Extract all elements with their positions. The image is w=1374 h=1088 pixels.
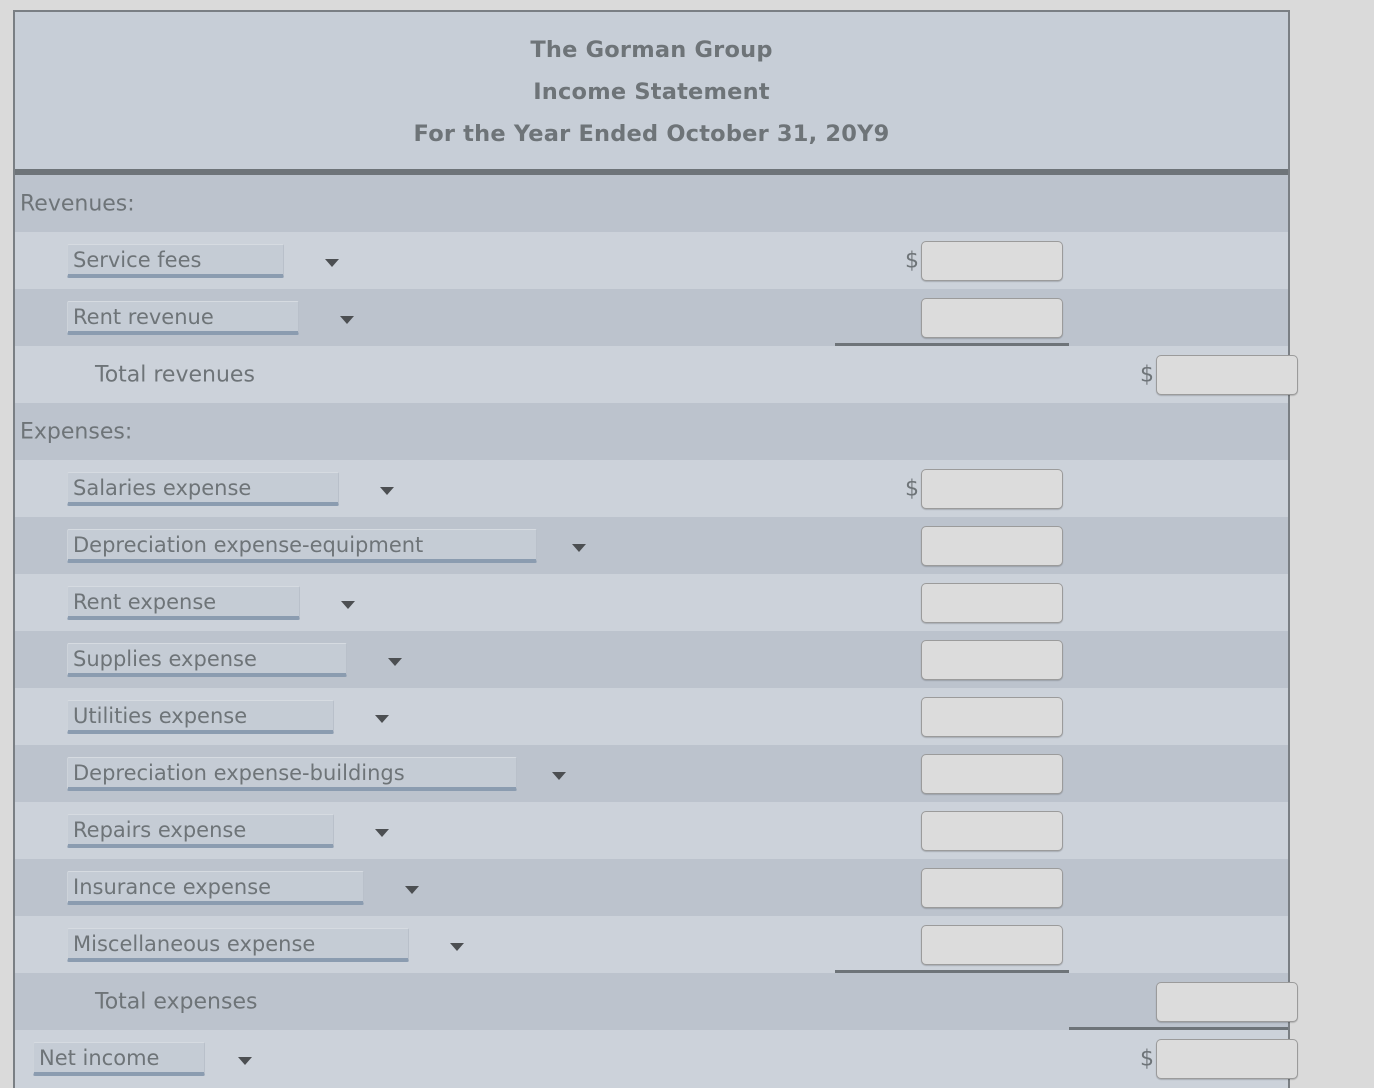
amount-input-supplies-expense[interactable] [921, 639, 1063, 680]
account-select-label[interactable]: Rent revenue [67, 300, 299, 335]
chevron-down-icon [325, 258, 339, 267]
chevron-down-icon [572, 543, 586, 552]
account-select-label[interactable]: Repairs expense [67, 813, 334, 848]
amount-input-salaries-expense[interactable] [921, 468, 1063, 509]
statement-header: The Gorman Group Income Statement For th… [15, 10, 1288, 175]
dollar-sign: $ [905, 248, 919, 273]
amount-input-net-income[interactable] [1156, 1039, 1298, 1079]
account-select-label[interactable]: Rent expense [67, 585, 300, 620]
table-row: Salaries expense $ [15, 460, 1288, 517]
chevron-down-icon [388, 657, 402, 666]
chevron-down-icon [380, 486, 394, 495]
expenses-section-label: Expenses: [20, 419, 133, 444]
chevron-down-icon [340, 315, 354, 324]
company-name: The Gorman Group [530, 37, 773, 63]
account-select-label[interactable]: Utilities expense [67, 699, 334, 734]
dollar-sign: $ [1140, 1046, 1154, 1072]
dollar-sign: $ [905, 476, 919, 501]
amount-input-depreciation-expense-equipment[interactable] [921, 525, 1063, 566]
chevron-down-icon [375, 714, 389, 723]
amount-input-miscellaneous-expense[interactable] [921, 924, 1063, 965]
account-select-label[interactable]: Insurance expense [67, 870, 364, 905]
income-statement-table: The Gorman Group Income Statement For th… [13, 10, 1298, 1088]
table-row: Revenues: [15, 175, 1288, 232]
table-row: Utilities expense [15, 688, 1288, 745]
account-select-label[interactable]: Service fees [67, 243, 284, 278]
account-select-label[interactable]: Depreciation expense-buildings [67, 756, 517, 791]
amount-input-total-revenues[interactable] [1156, 354, 1298, 395]
statement-body: Revenues: Service fees $ Rent revenue To… [15, 175, 1298, 1088]
total-revenues-label: Total revenues [95, 362, 255, 387]
amount-input-rent-revenue[interactable] [921, 297, 1063, 338]
table-row: Depreciation expense-equipment [15, 517, 1288, 574]
chevron-down-icon [238, 1057, 252, 1065]
table-row: Total revenues $ [15, 346, 1298, 403]
table-row: Total expenses [15, 973, 1298, 1030]
amount-input-insurance-expense[interactable] [921, 867, 1063, 908]
account-select-label[interactable]: Miscellaneous expense [67, 927, 409, 962]
table-row: Net income $ [15, 1030, 1298, 1088]
chevron-down-icon [405, 885, 419, 894]
account-select-label[interactable]: Depreciation expense-equipment [67, 528, 537, 563]
dollar-sign: $ [1140, 362, 1154, 387]
chevron-down-icon [341, 600, 355, 609]
statement-title: Income Statement [533, 79, 770, 105]
amount-input-rent-expense[interactable] [921, 582, 1063, 623]
table-row: Miscellaneous expense [15, 916, 1288, 973]
table-row: Insurance expense [15, 859, 1288, 916]
statement-period: For the Year Ended October 31, 20Y9 [413, 121, 890, 147]
chevron-down-icon [375, 828, 389, 837]
table-row: Rent revenue [15, 289, 1288, 346]
account-select-label[interactable]: Net income [33, 1042, 205, 1076]
amount-input-depreciation-expense-buildings[interactable] [921, 753, 1063, 794]
chevron-down-icon [552, 771, 566, 780]
account-select-label[interactable]: Supplies expense [67, 642, 347, 677]
chevron-down-icon [450, 942, 464, 951]
table-row: Repairs expense [15, 802, 1288, 859]
table-row: Expenses: [15, 403, 1288, 460]
amount-input-service-fees[interactable] [921, 240, 1063, 281]
total-expenses-label: Total expenses [95, 989, 258, 1014]
table-row: Service fees $ [15, 232, 1288, 289]
revenues-section-label: Revenues: [20, 191, 135, 216]
amount-input-repairs-expense[interactable] [921, 810, 1063, 851]
account-select-label[interactable]: Salaries expense [67, 471, 339, 506]
table-row: Depreciation expense-buildings [15, 745, 1288, 802]
table-row: Supplies expense [15, 631, 1288, 688]
amount-input-total-expenses[interactable] [1156, 981, 1298, 1022]
amount-input-utilities-expense[interactable] [921, 696, 1063, 737]
table-row: Rent expense [15, 574, 1288, 631]
